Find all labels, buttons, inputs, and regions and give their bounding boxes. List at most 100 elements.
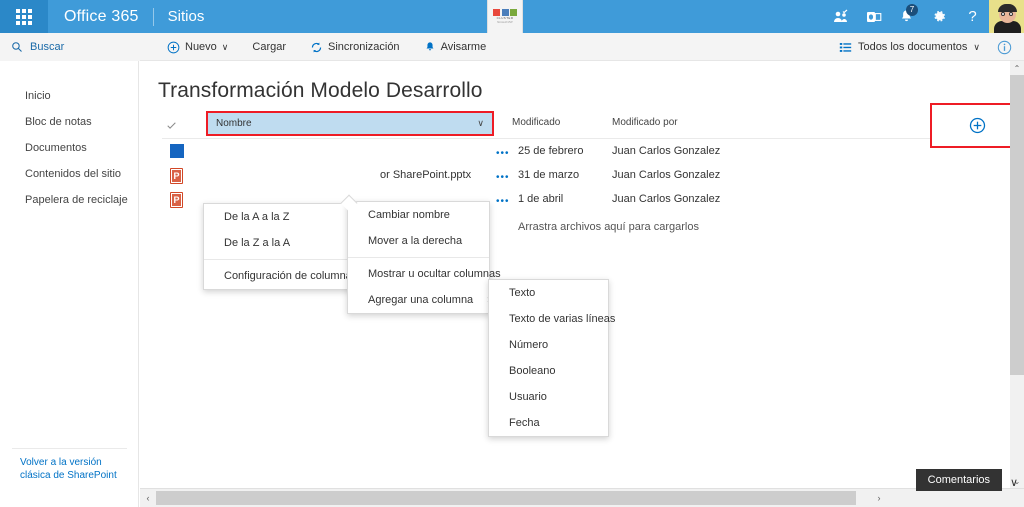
- upload-button[interactable]: Cargar: [240, 33, 298, 61]
- page-title: Transformación Modelo Desarrollo: [158, 79, 483, 102]
- row-modified-by: Juan Carlos Gonzalez: [612, 193, 721, 205]
- my-apps-icon[interactable]: [824, 0, 857, 33]
- column-header-nombre[interactable]: Nombre ∨: [206, 111, 494, 136]
- avatar-hair: [998, 4, 1017, 12]
- waffle-icon: [16, 8, 32, 25]
- row-modified: 25 de febrero: [518, 145, 584, 157]
- new-button[interactable]: Nuevo ∨: [155, 33, 240, 61]
- search-icon: [12, 42, 22, 52]
- column-header-nombre-caret-icon: ∨: [477, 118, 484, 128]
- row-modified: 31 de marzo: [518, 169, 580, 181]
- menu-separator: [348, 257, 489, 258]
- mvp-logo-text: CLUSTER: [496, 15, 514, 20]
- list-view-icon: [839, 42, 852, 52]
- upload-button-label: Cargar: [252, 41, 287, 53]
- user-avatar[interactable]: [989, 0, 1024, 33]
- horizontal-scrollbar[interactable]: ‹ ›: [140, 488, 1024, 507]
- sidebar-item-documentos[interactable]: Documentos: [0, 135, 138, 161]
- suite-bar-actions: 7 ?: [824, 0, 1024, 33]
- new-caret-icon: ∨: [221, 41, 229, 52]
- table-row[interactable]: ••• 25 de febrero Juan Carlos Gonzalez: [140, 141, 1010, 165]
- notifications-icon[interactable]: 7: [890, 0, 923, 33]
- sites-link[interactable]: Sitios: [154, 0, 219, 33]
- office365-brand[interactable]: Office 365: [48, 0, 153, 33]
- row-modified: 1 de abril: [518, 193, 564, 205]
- menu-item-add-column-label: Agregar una columna: [368, 294, 474, 306]
- menu-item-column-settings[interactable]: Configuración de columnas ›: [204, 263, 375, 289]
- sync-button-label: Sincronización: [328, 41, 400, 53]
- scroll-up-button[interactable]: ⌃: [1010, 61, 1024, 75]
- search-box[interactable]: Buscar: [0, 33, 140, 61]
- column-header-nombre-label: Nombre: [216, 118, 252, 129]
- sidebar-item-bloc-de-notas[interactable]: Bloc de notas: [0, 109, 138, 135]
- mvp-logo-subtext: Microsoft MVP: [497, 20, 513, 24]
- comments-button[interactable]: Comentarios: [915, 469, 1002, 491]
- menu-item-move-right[interactable]: Mover a la derecha: [348, 228, 489, 254]
- sidebar-item-papelera-de-reciclaje[interactable]: Papelera de reciclaje: [0, 187, 138, 213]
- scroll-right-button[interactable]: ›: [871, 489, 887, 507]
- bell-icon: [426, 42, 434, 51]
- column-menu: De la A a la Z De la Z a la A Configurac…: [203, 203, 375, 290]
- new-button-label: Nuevo: [185, 41, 217, 53]
- sidebar-item-inicio[interactable]: Inicio: [0, 83, 138, 109]
- column-settings-menu: Cambiar nombre Mover a la derecha Mostra…: [347, 201, 501, 314]
- plus-circle-icon: [167, 41, 180, 53]
- vertical-scrollbar[interactable]: ⌃ ⌄: [1010, 61, 1024, 488]
- sync-button[interactable]: Sincronización: [298, 33, 412, 61]
- menu-item-sort-z-a[interactable]: De la Z a la A: [204, 230, 352, 256]
- menu-item-type-fecha[interactable]: Fecha: [489, 410, 608, 436]
- menu-item-type-numero[interactable]: Número: [489, 332, 608, 358]
- row-more-actions-icon[interactable]: •••: [496, 148, 510, 159]
- avatar-eye-right: [1009, 12, 1013, 16]
- comments-chevron-icon[interactable]: ∨: [1010, 476, 1018, 489]
- suite-bar: Office 365 Sitios CLUSTER Microsoft MVP …: [0, 0, 1024, 33]
- row-more-actions-icon[interactable]: •••: [496, 172, 510, 183]
- menu-item-add-column[interactable]: Agregar una columna ›: [348, 287, 491, 313]
- row-modified-by: Juan Carlos Gonzalez: [612, 145, 721, 157]
- menu-item-type-texto[interactable]: Texto: [489, 280, 608, 306]
- table-row[interactable]: or SharePoint.pptx ••• 31 de marzo Juan …: [140, 165, 1010, 189]
- row-modified-by: Juan Carlos Gonzalez: [612, 169, 721, 181]
- menu-item-move-right-label: Mover a la derecha: [368, 235, 463, 247]
- row-more-actions-icon[interactable]: •••: [496, 196, 510, 207]
- sharepoint-document-library-page: Office 365 Sitios CLUSTER Microsoft MVP …: [0, 0, 1024, 507]
- menu-item-type-texto-varias-lineas[interactable]: Texto de varias líneas: [489, 306, 615, 332]
- menu-separator: [204, 259, 352, 260]
- nav-item-list: Inicio Bloc de notas Documentos Contenid…: [0, 61, 138, 213]
- menu-item-show-hide-columns[interactable]: Mostrar u ocultar columnas: [348, 261, 501, 287]
- mvp-logo-squares: [493, 8, 517, 16]
- help-icon[interactable]: ?: [956, 0, 989, 33]
- header-underline: [162, 138, 997, 139]
- column-header-modificado-por[interactable]: Modificado por: [612, 117, 678, 128]
- classic-sharepoint-link[interactable]: Volver a la versión clásica de SharePoin…: [20, 456, 130, 482]
- menu-item-type-usuario[interactable]: Usuario: [489, 384, 608, 410]
- alert-me-button-label: Avisarme: [440, 41, 487, 53]
- row-file-name[interactable]: or SharePoint.pptx: [380, 169, 471, 181]
- menu-item-rename-label: Cambiar nombre: [368, 209, 450, 221]
- scroll-left-button[interactable]: ‹: [140, 489, 156, 507]
- vertical-scroll-thumb[interactable]: [1010, 75, 1024, 375]
- powerpoint-icon: [170, 168, 184, 185]
- column-header-modificado[interactable]: Modificado: [512, 117, 560, 128]
- horizontal-scroll-thumb[interactable]: [156, 491, 856, 505]
- outlook-icon[interactable]: [857, 0, 890, 33]
- settings-gear-icon[interactable]: [923, 0, 956, 33]
- powerpoint-icon: [170, 192, 184, 209]
- mvp-cluster-logo: CLUSTER Microsoft MVP: [487, 0, 523, 33]
- command-bar-right: Todos los documentos ∨: [833, 33, 1016, 61]
- alert-me-button[interactable]: Avisarme: [412, 33, 499, 61]
- avatar-eye-left: [1001, 12, 1005, 16]
- left-navigation: Inicio Bloc de notas Documentos Contenid…: [0, 61, 139, 507]
- app-launcher-button[interactable]: [0, 0, 48, 33]
- sidebar-divider: [12, 448, 127, 449]
- select-all-checkbox[interactable]: [162, 116, 180, 134]
- sidebar-item-contenidos-del-sitio[interactable]: Contenidos del sitio: [0, 161, 138, 187]
- info-button[interactable]: [992, 33, 1016, 61]
- view-selector[interactable]: Todos los documentos ∨: [833, 33, 986, 61]
- menu-item-sort-a-z[interactable]: De la A a la Z: [204, 204, 352, 230]
- info-icon: [997, 40, 1011, 54]
- menu-item-sort-a-z-label: De la A a la Z: [224, 211, 290, 223]
- search-label: Buscar: [30, 41, 65, 53]
- menu-item-type-booleano[interactable]: Booleano: [489, 358, 608, 384]
- menu-item-rename[interactable]: Cambiar nombre: [348, 202, 489, 228]
